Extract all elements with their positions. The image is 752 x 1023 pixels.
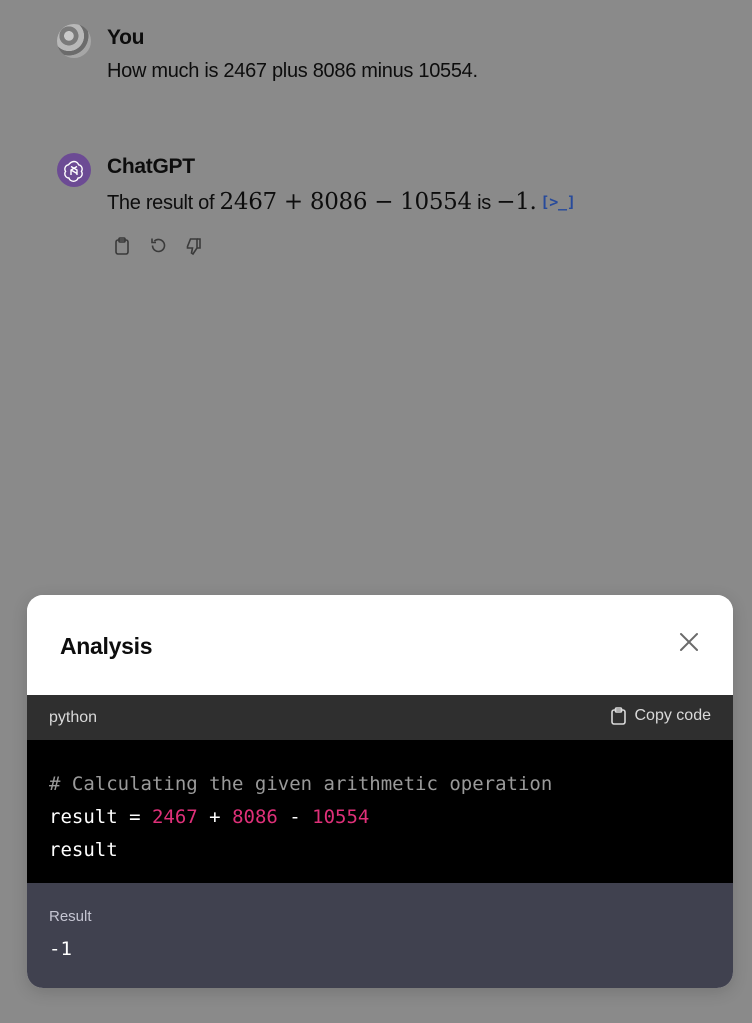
close-icon[interactable]	[678, 631, 700, 653]
analysis-modal: Analysis python Copy code # Calculating …	[27, 595, 733, 988]
code-operator: -	[277, 806, 313, 828]
view-analysis-link-icon[interactable]: [>_]	[541, 193, 576, 211]
code-block: # Calculating the given arithmetic opera…	[27, 740, 733, 883]
math-result: −1.	[496, 189, 537, 215]
chatgpt-logo-icon	[57, 153, 91, 187]
message-actions	[109, 233, 207, 259]
user-avatar	[57, 24, 91, 58]
result-panel: Result -1	[27, 883, 733, 988]
answer-mid: is	[471, 192, 497, 214]
user-message-text: How much is 2467 plus 8086 minus 10554.	[107, 60, 478, 82]
assistant-author-name: ChatGPT	[107, 155, 195, 178]
math-expression: 2467 + 8086 − 10554	[219, 189, 473, 215]
clipboard-icon	[610, 707, 626, 725]
code-number: 8086	[232, 806, 278, 828]
code-block-header: python Copy code	[27, 695, 733, 740]
code-comment: # Calculating the given arithmetic opera…	[49, 773, 553, 795]
copy-code-button[interactable]: Copy code	[610, 707, 712, 725]
modal-header: Analysis	[27, 595, 733, 695]
copy-icon[interactable]	[109, 233, 135, 259]
answer-prefix: The result of	[107, 192, 220, 214]
code-variable: result	[49, 839, 118, 861]
thumbs-down-icon[interactable]	[181, 233, 207, 259]
code-number: 2467	[151, 806, 198, 828]
user-author-name: You	[107, 26, 145, 49]
assistant-message-text: The result of 2467 + 8086 − 10554 is −1.…	[107, 189, 576, 215]
copy-code-label: Copy code	[634, 707, 712, 724]
code-number: 10554	[312, 806, 370, 828]
regenerate-icon[interactable]	[145, 233, 171, 259]
code-operator: =	[117, 806, 152, 828]
code-operator: +	[197, 806, 233, 828]
result-label: Result	[49, 908, 92, 925]
modal-title: Analysis	[60, 633, 153, 659]
code-variable: result	[49, 806, 118, 828]
code-language-label: python	[49, 709, 98, 726]
result-value: -1	[49, 938, 72, 960]
